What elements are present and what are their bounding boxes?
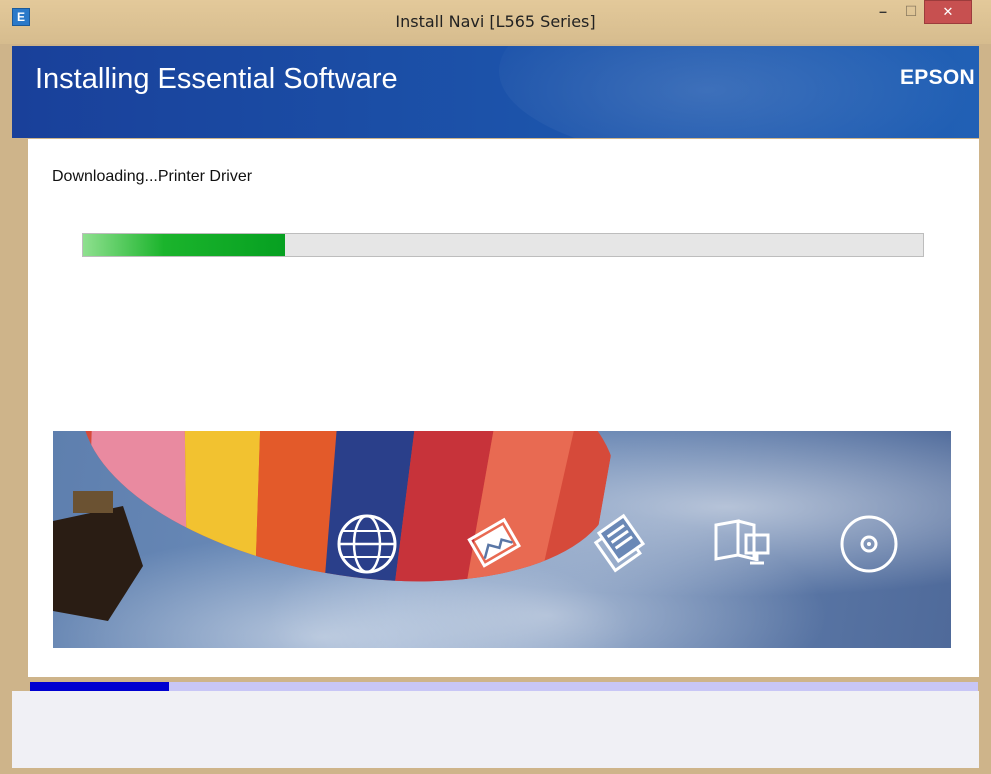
overall-progress-fill bbox=[30, 682, 170, 691]
header-band: Installing Essential Software EPSON bbox=[12, 46, 979, 138]
maximize-button[interactable]: ☐ bbox=[898, 0, 924, 24]
globe-icon bbox=[337, 514, 397, 574]
status-text: Downloading...Printer Driver bbox=[52, 168, 253, 185]
photo-icon bbox=[467, 517, 522, 568]
download-progress-fill bbox=[83, 234, 285, 256]
title-bar[interactable]: E Install Navi [L565 Series] – ☐ ✕ bbox=[0, 0, 991, 44]
content-panel: Downloading...Printer Driver bbox=[28, 139, 979, 677]
header-swirl-decoration bbox=[499, 46, 979, 138]
download-progress-bar bbox=[82, 233, 924, 257]
disc-icon bbox=[840, 515, 898, 573]
documents-icon bbox=[593, 513, 646, 573]
manual-icon bbox=[714, 519, 770, 565]
page-title: Installing Essential Software bbox=[35, 63, 398, 95]
basket-graphic bbox=[53, 491, 143, 621]
minimize-button[interactable]: – bbox=[870, 0, 896, 24]
installer-window: E Install Navi [L565 Series] – ☐ ✕ Insta… bbox=[0, 0, 991, 774]
overall-progress-bar bbox=[30, 682, 978, 691]
window-title: Install Navi [L565 Series] bbox=[395, 12, 596, 31]
footer-area bbox=[12, 691, 979, 768]
close-button[interactable]: ✕ bbox=[924, 0, 972, 24]
banner-image bbox=[53, 431, 951, 648]
epson-logo: EPSON bbox=[899, 66, 975, 89]
